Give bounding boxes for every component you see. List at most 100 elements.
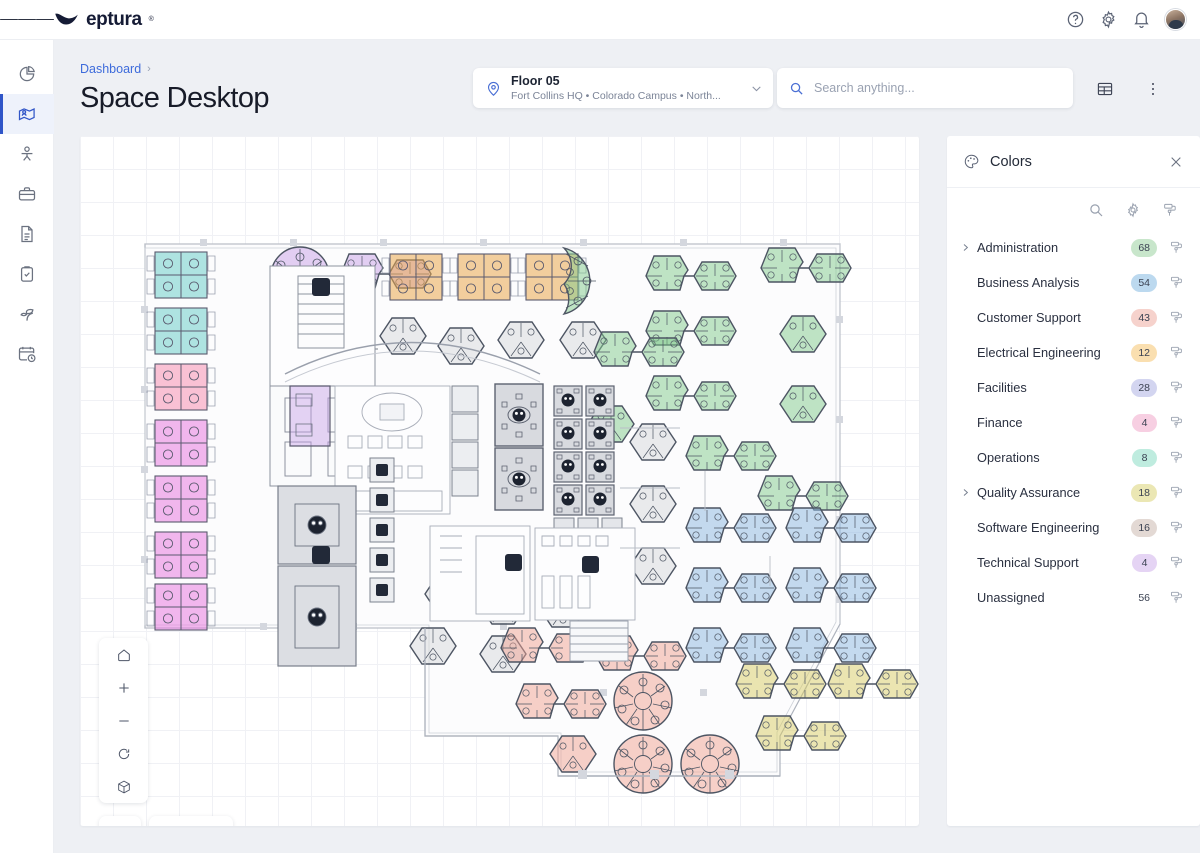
map-reset-button[interactable]	[99, 737, 148, 770]
chevron-down-icon[interactable]	[750, 82, 763, 95]
panel-paint-button[interactable]	[1162, 202, 1178, 218]
layers-tool-box	[99, 816, 141, 826]
map-home-button[interactable]	[99, 638, 148, 671]
color-list-item[interactable]: Business Analysis 54	[947, 265, 1200, 300]
color-list-item[interactable]: Technical Support 4	[947, 545, 1200, 580]
floor-name: Floor 05	[511, 73, 560, 88]
map-controls	[99, 638, 148, 803]
sidebar-item-sustainability[interactable]	[0, 294, 54, 334]
gear-icon	[1127, 202, 1139, 218]
paint-roller-icon[interactable]	[1169, 450, 1184, 465]
color-count-badge: 56	[1138, 591, 1150, 604]
sidebar	[0, 40, 54, 853]
search-input[interactable]	[814, 81, 1061, 95]
floor-text: Floor 05 Fort Collins HQ • Colorado Camp…	[511, 74, 750, 103]
color-list-item-label: Operations	[977, 450, 1040, 465]
sidebar-item-assets[interactable]	[0, 174, 54, 214]
color-count-badge: 18	[1131, 483, 1157, 502]
panel-search-button[interactable]	[1088, 202, 1104, 218]
color-list-item-label: Customer Support	[977, 310, 1081, 325]
search-icon	[1090, 204, 1103, 217]
calendar-clock-icon	[18, 346, 36, 363]
pie-chart-icon	[19, 65, 35, 82]
map-zoom-in-button[interactable]	[99, 671, 148, 704]
color-count-badge: 54	[1131, 273, 1157, 292]
breadcrumb: Dashboard ›	[80, 62, 151, 76]
user-avatar[interactable]	[1165, 9, 1186, 30]
color-list-item-label: Technical Support	[977, 555, 1079, 570]
more-options-button[interactable]	[1142, 78, 1164, 100]
breadcrumb-dashboard[interactable]: Dashboard	[80, 62, 141, 76]
settings-gear-icon[interactable]	[1099, 10, 1118, 29]
color-list-item[interactable]: Finance 4	[947, 405, 1200, 440]
color-list-item-label: Electrical Engineering	[977, 345, 1101, 360]
page-title: Space Desktop	[80, 82, 269, 114]
panel-settings-button[interactable]	[1125, 202, 1141, 218]
search-bar[interactable]	[777, 68, 1073, 108]
document-icon	[20, 225, 33, 243]
map-3d-button[interactable]	[99, 770, 148, 803]
sidebar-item-analytics[interactable]	[0, 54, 54, 94]
paint-roller-icon[interactable]	[1169, 380, 1184, 395]
color-list-item[interactable]: Facilities 28	[947, 370, 1200, 405]
minus-icon	[118, 719, 129, 722]
color-list-item-label: Finance	[977, 415, 1023, 430]
close-icon[interactable]	[1168, 154, 1184, 170]
chevron-right-icon[interactable]	[957, 488, 973, 497]
refresh-icon	[118, 748, 129, 759]
plant-icon	[19, 308, 34, 321]
color-list: Administration 68 Business Analysis 54 Custo…	[947, 224, 1200, 826]
color-count-badge: 43	[1131, 308, 1157, 327]
color-count-badge: 12	[1131, 343, 1157, 362]
brand-trademark: ®	[148, 16, 154, 23]
help-icon[interactable]	[1066, 10, 1085, 29]
map-zoom-out-button[interactable]	[99, 704, 148, 737]
brand-name: eptura	[86, 8, 142, 30]
map-tools	[99, 816, 233, 826]
paint-roller-icon[interactable]	[1169, 485, 1184, 500]
paint-roller-icon[interactable]	[1169, 590, 1184, 605]
paint-roller-icon[interactable]	[1169, 415, 1184, 430]
map-layers-button[interactable]	[99, 816, 141, 826]
color-count-badge: 68	[1131, 238, 1157, 257]
paint-roller-icon[interactable]	[1169, 240, 1184, 255]
color-list-item[interactable]: Unassigned 56	[947, 580, 1200, 615]
paint-roller-icon[interactable]	[1169, 310, 1184, 325]
clipboard-check-icon	[20, 266, 33, 282]
color-list-item[interactable]: Quality Assurance 18	[947, 475, 1200, 510]
floor-selector[interactable]: Floor 05 Fort Collins HQ • Colorado Camp…	[473, 68, 773, 108]
page-content: Dashboard › Space Desktop Floor 05 Fort …	[54, 40, 1200, 853]
sidebar-item-documents[interactable]	[0, 214, 54, 254]
sidebar-item-tasks[interactable]	[0, 254, 54, 294]
sidebar-item-bookings[interactable]	[0, 334, 54, 374]
color-list-item-label: Facilities	[977, 380, 1027, 395]
sidebar-item-space[interactable]	[0, 94, 54, 134]
palette-icon	[964, 154, 979, 169]
color-count-badge: 8	[1132, 448, 1157, 467]
paint-roller-icon[interactable]	[1169, 520, 1184, 535]
color-list-item[interactable]: Operations 8	[947, 440, 1200, 475]
color-list-item[interactable]: Customer Support 43	[947, 300, 1200, 335]
hamburger-icon[interactable]	[0, 16, 54, 23]
sidebar-item-people[interactable]	[0, 134, 54, 174]
floorplan-canvas[interactable]	[80, 136, 919, 826]
map-measure-button[interactable]	[191, 816, 233, 826]
paint-roller-icon[interactable]	[1169, 275, 1184, 290]
table-view-icon	[1097, 82, 1113, 96]
paint-roller-icon[interactable]	[1169, 345, 1184, 360]
floor-path: Fort Collins HQ • Colorado Campus • Nort…	[511, 89, 721, 102]
table-view-button[interactable]	[1094, 78, 1116, 100]
map-tag-button[interactable]	[149, 816, 191, 826]
brand-logo[interactable]: eptura ®	[54, 9, 154, 31]
briefcase-icon	[18, 187, 35, 201]
location-pin-icon	[487, 81, 500, 96]
color-count-badge: 4	[1132, 413, 1157, 432]
chevron-right-icon[interactable]	[957, 243, 973, 252]
paint-roller-icon[interactable]	[1169, 555, 1184, 570]
color-list-item[interactable]: Administration 68	[947, 230, 1200, 265]
notification-bell-icon[interactable]	[1132, 10, 1151, 29]
color-list-item[interactable]: Software Engineering 16	[947, 510, 1200, 545]
color-list-item[interactable]: Electrical Engineering 12	[947, 335, 1200, 370]
floorplan-drawing	[141, 239, 919, 794]
breadcrumb-chevron-icon: ›	[147, 63, 151, 75]
